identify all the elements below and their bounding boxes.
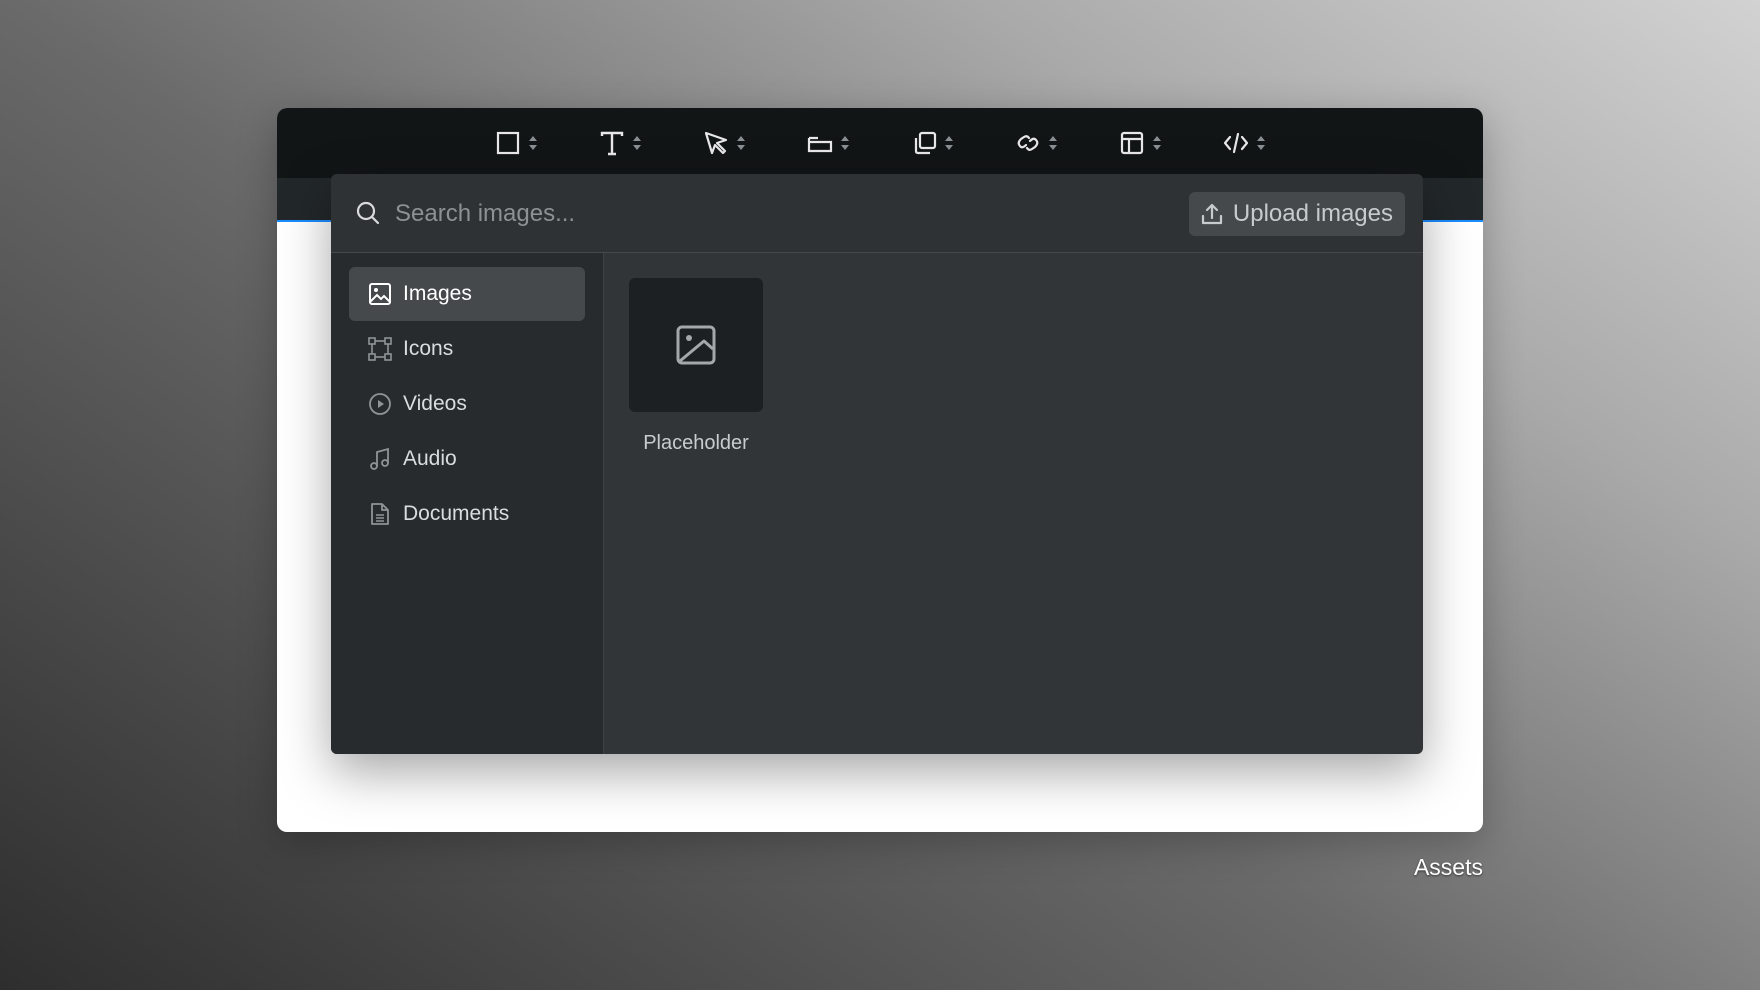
sidebar-item-label: Audio xyxy=(403,447,457,470)
vector-icon xyxy=(368,337,392,361)
text-icon xyxy=(600,131,624,156)
caption: Assets xyxy=(1413,854,1483,880)
code-tool[interactable] xyxy=(1192,121,1296,165)
chevron-updown-icon xyxy=(737,136,745,150)
image-icon xyxy=(676,325,716,365)
folder-tab-icon xyxy=(807,136,833,153)
code-icon xyxy=(1223,132,1249,154)
toolbar xyxy=(277,108,1483,178)
play-icon xyxy=(369,393,391,415)
sidebar-item-label: Videos xyxy=(403,392,467,415)
upload-images-label: Upload images xyxy=(1232,200,1393,227)
frame-tool[interactable] xyxy=(464,121,568,165)
chevron-updown-icon xyxy=(1049,136,1057,150)
sidebar-item-icons[interactable]: Icons xyxy=(349,322,585,376)
search-input[interactable] xyxy=(393,194,1097,234)
sidebar-item-label: Icons xyxy=(403,337,454,360)
stack-copy-icon xyxy=(914,131,937,155)
asset-type-sidebar: Images Icons Videos Audio Documents xyxy=(331,253,604,754)
sidebar-item-documents[interactable]: Documents xyxy=(349,487,585,541)
sidebar-item-label: Documents xyxy=(403,502,510,525)
upload-icon xyxy=(1201,203,1223,225)
asset-thumbnail xyxy=(629,278,763,412)
layout-tool[interactable] xyxy=(1088,121,1192,165)
chevron-updown-icon xyxy=(841,136,849,150)
sidebar-item-audio[interactable]: Audio xyxy=(349,432,585,486)
square-icon xyxy=(496,131,520,155)
sidebar-item-videos[interactable]: Videos xyxy=(349,377,585,431)
sidebar-item-label: Images xyxy=(403,282,472,305)
upload-images-button[interactable]: Upload images xyxy=(1188,192,1405,236)
search-icon xyxy=(356,201,380,225)
select-tool[interactable] xyxy=(672,121,776,165)
chevron-updown-icon xyxy=(529,136,537,150)
search-bar: Upload images xyxy=(331,174,1423,253)
chevron-updown-icon xyxy=(945,136,953,150)
music-note-icon xyxy=(370,447,389,470)
assets-panel: Upload images Images Icons Videos Audio … xyxy=(331,174,1423,754)
link-icon xyxy=(1017,135,1039,151)
image-icon xyxy=(369,283,391,305)
chevron-updown-icon xyxy=(1257,136,1265,150)
asset-tile-placeholder[interactable]: Placeholder xyxy=(629,278,763,455)
sidebar-item-images[interactable]: Images xyxy=(349,267,585,321)
layout-icon xyxy=(1120,131,1144,155)
asset-label: Placeholder xyxy=(643,432,749,454)
cursor-arrow-icon xyxy=(704,131,728,155)
chevron-updown-icon xyxy=(1153,136,1161,150)
components-tool[interactable] xyxy=(880,121,984,165)
link-tool[interactable] xyxy=(984,121,1088,165)
text-tool[interactable] xyxy=(568,121,672,165)
document-icon xyxy=(371,503,389,525)
box-tool[interactable] xyxy=(776,121,880,165)
chevron-updown-icon xyxy=(633,136,641,150)
